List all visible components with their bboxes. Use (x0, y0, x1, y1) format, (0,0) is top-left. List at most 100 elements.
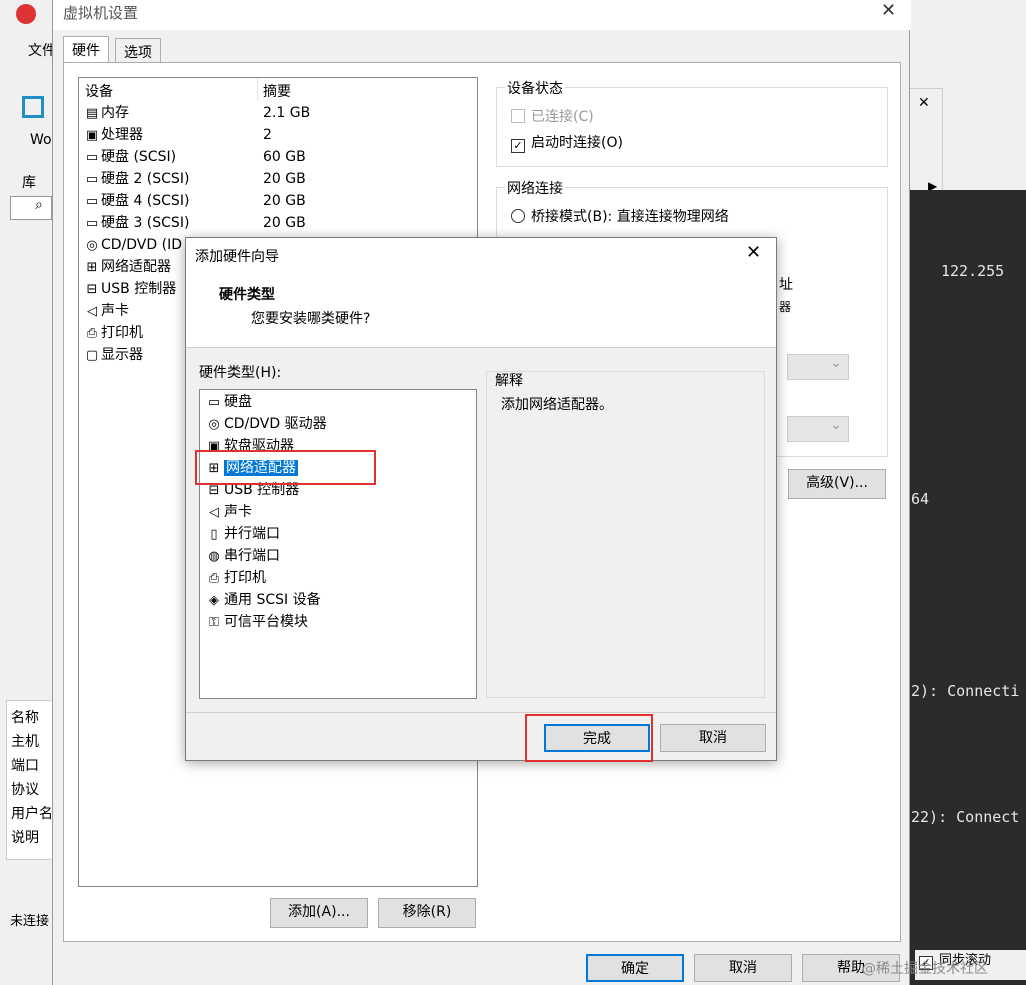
parallel-port-icon: ▯ (210, 527, 218, 542)
app-logo-icon (16, 4, 36, 24)
device-name: 处理器 (101, 127, 143, 143)
annotation-highlight-network (195, 450, 376, 485)
device-name: 打印机 (101, 325, 143, 341)
field-protocol: 协议 (11, 782, 39, 798)
add-hardware-button[interactable]: 添加(A)... (270, 898, 368, 928)
cpu-icon: ▣ (85, 128, 99, 143)
bridged-radio[interactable] (511, 209, 525, 223)
dropdown-chevron-down-icon[interactable]: ⌄ (787, 416, 849, 442)
device-name: USB 控制器 (101, 281, 177, 297)
advanced-button[interactable]: 高级(V)... (788, 469, 886, 499)
cd-icon: ◎ (86, 238, 98, 253)
device-name: 硬盘 4 (SCSI) (101, 193, 190, 209)
device-name: 内存 (101, 105, 129, 121)
connect-on-start-option[interactable]: ✓ 启动时连接(O) (511, 132, 623, 153)
hardware-type-item[interactable]: ◍ 串行端口 (204, 545, 280, 567)
hardware-type-list[interactable]: ▭ 硬盘 ◎ CD/DVD 驱动器 ▣ 软盘驱动器 ⊞ 网络适配器 ⊟ USB 控制器 ◁ 声卡 ▯ 并行… (199, 389, 477, 699)
wizard-title: 添加硬件向导 (195, 249, 279, 265)
tab-options[interactable]: 选项 (115, 38, 161, 62)
disk-icon: ▭ (85, 194, 99, 209)
close-icon[interactable]: ✕ (881, 0, 896, 21)
hardware-type-label: 打印机 (224, 570, 266, 586)
wizard-subheading: 您要安装哪类硬件? (251, 311, 371, 327)
hardware-type-label: CD/DVD 驱动器 (224, 416, 327, 432)
close-icon[interactable]: ✕ (746, 242, 761, 263)
hardware-type-item[interactable]: ▭ 硬盘 (204, 391, 252, 413)
device-summary: 20 GB (263, 215, 306, 231)
terminal-line: 64 (911, 490, 930, 508)
field-name: 名称 (11, 710, 39, 726)
column-divider[interactable] (257, 78, 258, 100)
background-app-panel: 文件 Wo 库 ⌕ 名称 主机 端口 协议 用户名 说明 未连接 (0, 0, 60, 985)
remove-hardware-button[interactable]: 移除(R) (378, 898, 476, 928)
printer-icon: ⎙ (86, 326, 98, 341)
column-header-summary[interactable]: 摘要 (263, 81, 291, 101)
title-bar: 虚拟机设置 ✕ (53, 0, 911, 30)
hardware-type-label: 并行端口 (224, 526, 280, 542)
properties-panel: 名称 主机 端口 协议 用户名 说明 (6, 700, 56, 860)
terminal-line: 2): Connecti (911, 682, 1020, 700)
device-name: 硬盘 3 (SCSI) (101, 215, 190, 231)
terminal-line: 22): Connect (911, 808, 1020, 826)
device-status-title: 设备状态 (505, 78, 565, 98)
add-hardware-wizard: 添加硬件向导 ✕ 硬件类型 您要安装哪类硬件? 硬件类型(H): ▭ 硬盘 ◎ CD/… (185, 237, 777, 761)
hardware-type-item[interactable]: ⚿ 可信平台模块 (204, 611, 308, 633)
device-row[interactable]: ▣ 处理器 2 (83, 124, 473, 146)
wizard-cancel-button[interactable]: 取消 (660, 724, 766, 752)
hardware-type-item[interactable]: ◎ CD/DVD 驱动器 (204, 413, 327, 435)
field-port: 端口 (11, 758, 39, 774)
tpm-icon: ⚿ (209, 615, 219, 630)
field-host: 主机 (11, 734, 39, 750)
device-row[interactable]: ▭ 硬盘 2 (SCSI) 20 GB (83, 168, 473, 190)
divider (186, 712, 776, 713)
hardware-type-item[interactable]: ◈ 通用 SCSI 设备 (204, 589, 321, 611)
partial-label: 址 (779, 277, 793, 293)
hardware-type-label: 硬盘 (224, 394, 252, 410)
window-title: 虚拟机设置 (63, 4, 139, 22)
sound-icon: ◁ (209, 505, 219, 520)
bridged-label: 桥接模式(B): 直接连接物理网络 (531, 209, 729, 225)
device-row[interactable]: ▭ 硬盘 4 (SCSI) 20 GB (83, 190, 473, 212)
home-tab-label[interactable]: Wo (30, 132, 52, 148)
connected-checkbox (511, 109, 525, 123)
cancel-button[interactable]: 取消 (694, 954, 792, 982)
hardware-type-item[interactable]: ▯ 并行端口 (204, 523, 280, 545)
tab-hardware[interactable]: 硬件 (63, 36, 109, 64)
device-name: 硬盘 (SCSI) (101, 149, 177, 165)
scsi-icon: ◈ (209, 593, 219, 608)
disk-icon: ▭ (85, 172, 99, 187)
search-input[interactable]: ⌕ (10, 196, 52, 220)
hardware-type-label: 可信平台模块 (224, 614, 308, 630)
library-label: 库 (22, 175, 36, 191)
dropdown-chevron-down-icon[interactable]: ⌄ (787, 354, 849, 380)
cd-icon: ◎ (208, 417, 220, 432)
hardware-type-label: 硬件类型(H): (199, 365, 282, 381)
device-row[interactable]: ▭ 硬盘 (SCSI) 60 GB (83, 146, 473, 168)
hardware-type-label: 通用 SCSI 设备 (224, 592, 321, 608)
network-connection-title: 网络连接 (505, 178, 565, 198)
device-row[interactable]: ▤ 内存 2.1 GB (83, 102, 473, 124)
connect-on-start-checkbox[interactable]: ✓ (511, 139, 525, 153)
wizard-heading: 硬件类型 (219, 287, 275, 303)
close-icon[interactable]: ✕ (918, 95, 930, 111)
serial-port-icon: ◍ (208, 549, 220, 564)
hardware-type-item[interactable]: ◁ 声卡 (204, 501, 252, 523)
wizard-header: 添加硬件向导 ✕ 硬件类型 您要安装哪类硬件? (186, 238, 776, 348)
annotation-highlight-finish (525, 714, 653, 762)
explanation-group: 解释 添加网络适配器。 (486, 371, 765, 698)
column-header-device[interactable]: 设备 (85, 81, 113, 101)
terminal-line: 122.255 (941, 262, 1005, 280)
printer-icon: ⎙ (208, 571, 220, 586)
device-row[interactable]: ▭ 硬盘 3 (SCSI) 20 GB (83, 212, 473, 234)
connect-on-start-label: 启动时连接(O) (531, 135, 623, 151)
bridged-mode-option[interactable]: 桥接模式(B): 直接连接物理网络 (511, 206, 729, 226)
field-desc: 说明 (11, 830, 39, 846)
ok-button[interactable]: 确定 (586, 954, 684, 982)
connected-option: 已连接(C) (511, 106, 594, 126)
hardware-type-item[interactable]: ⎙ 打印机 (204, 567, 266, 589)
disk-icon: ▭ (85, 216, 99, 231)
explanation-text: 添加网络适配器。 (501, 397, 613, 413)
partial-label: 器 (779, 300, 792, 314)
sound-icon: ◁ (87, 304, 97, 319)
hardware-type-label: 声卡 (224, 504, 252, 520)
